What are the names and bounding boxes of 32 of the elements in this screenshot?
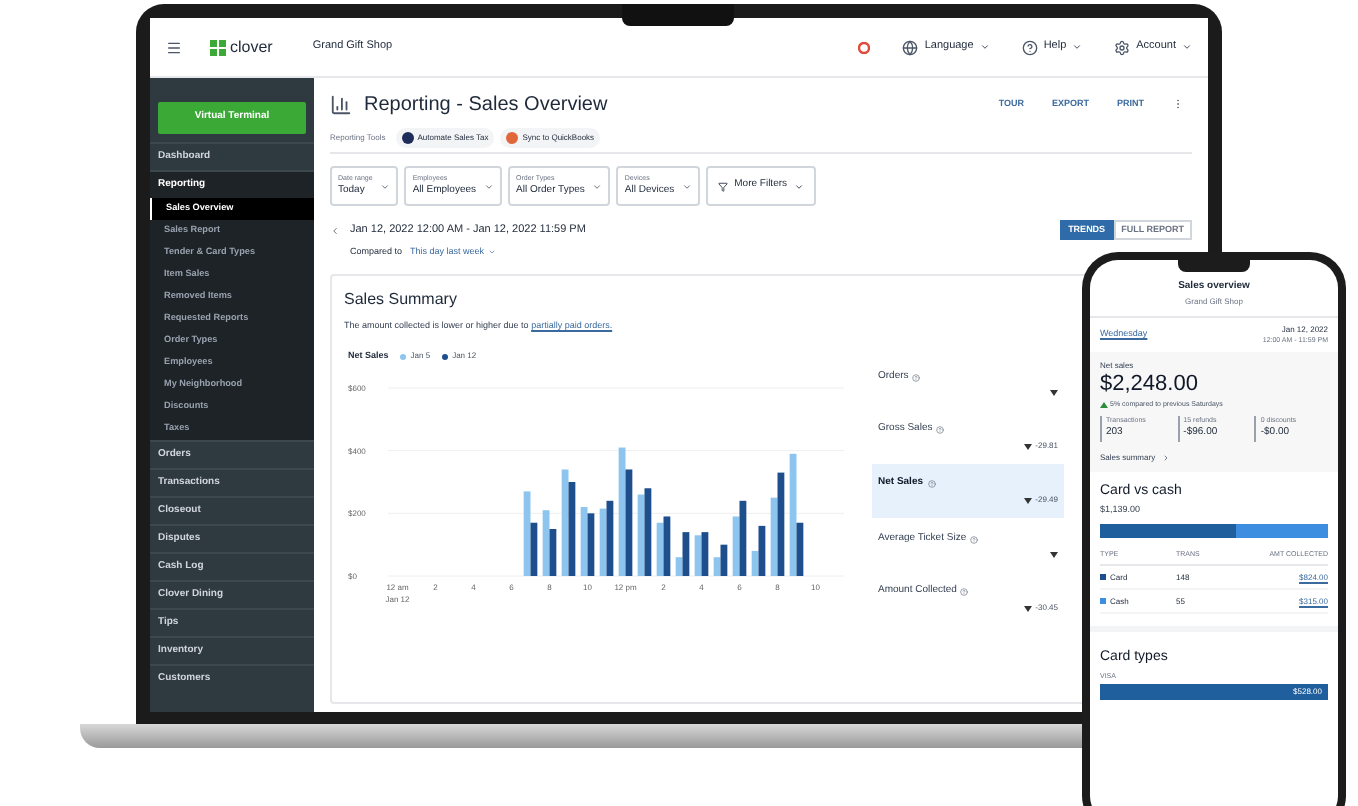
up-triangle-icon	[1100, 401, 1108, 408]
report-icon	[330, 93, 352, 115]
net-sales-value: $2,248.00	[1100, 371, 1200, 399]
help-icon	[936, 425, 945, 433]
logo-text: clover	[230, 35, 273, 59]
down-triangle-icon	[1050, 389, 1058, 396]
clover-logo-icon	[210, 39, 226, 55]
phone-notch	[1178, 260, 1250, 272]
help-icon	[912, 374, 921, 382]
chevron-down-icon	[979, 42, 990, 52]
menu-icon[interactable]	[166, 39, 182, 55]
chevron-down-icon	[592, 181, 603, 191]
down-triangle-icon	[1023, 497, 1032, 504]
card-title: Sales Summary	[344, 288, 459, 312]
help-icon	[970, 536, 979, 544]
page-title: Reporting - Sales Overview	[364, 91, 608, 119]
globe-icon	[902, 39, 919, 55]
chevron-down-icon	[682, 181, 693, 191]
chevron-down-icon	[1072, 42, 1083, 52]
previous-icon[interactable]	[330, 225, 340, 235]
settings-icon	[1114, 39, 1131, 55]
help-icon	[960, 587, 969, 595]
filter-icon	[718, 181, 729, 191]
down-triangle-icon	[1023, 443, 1032, 450]
down-triangle-icon	[1023, 605, 1032, 612]
chevron-down-icon	[380, 181, 391, 191]
help-icon	[927, 479, 936, 487]
help-icon	[1021, 39, 1038, 55]
down-triangle-icon	[1050, 551, 1058, 558]
chevron-down-icon	[484, 181, 495, 191]
chevron-down-icon	[793, 181, 804, 191]
chevron-down-icon	[1182, 42, 1192, 52]
